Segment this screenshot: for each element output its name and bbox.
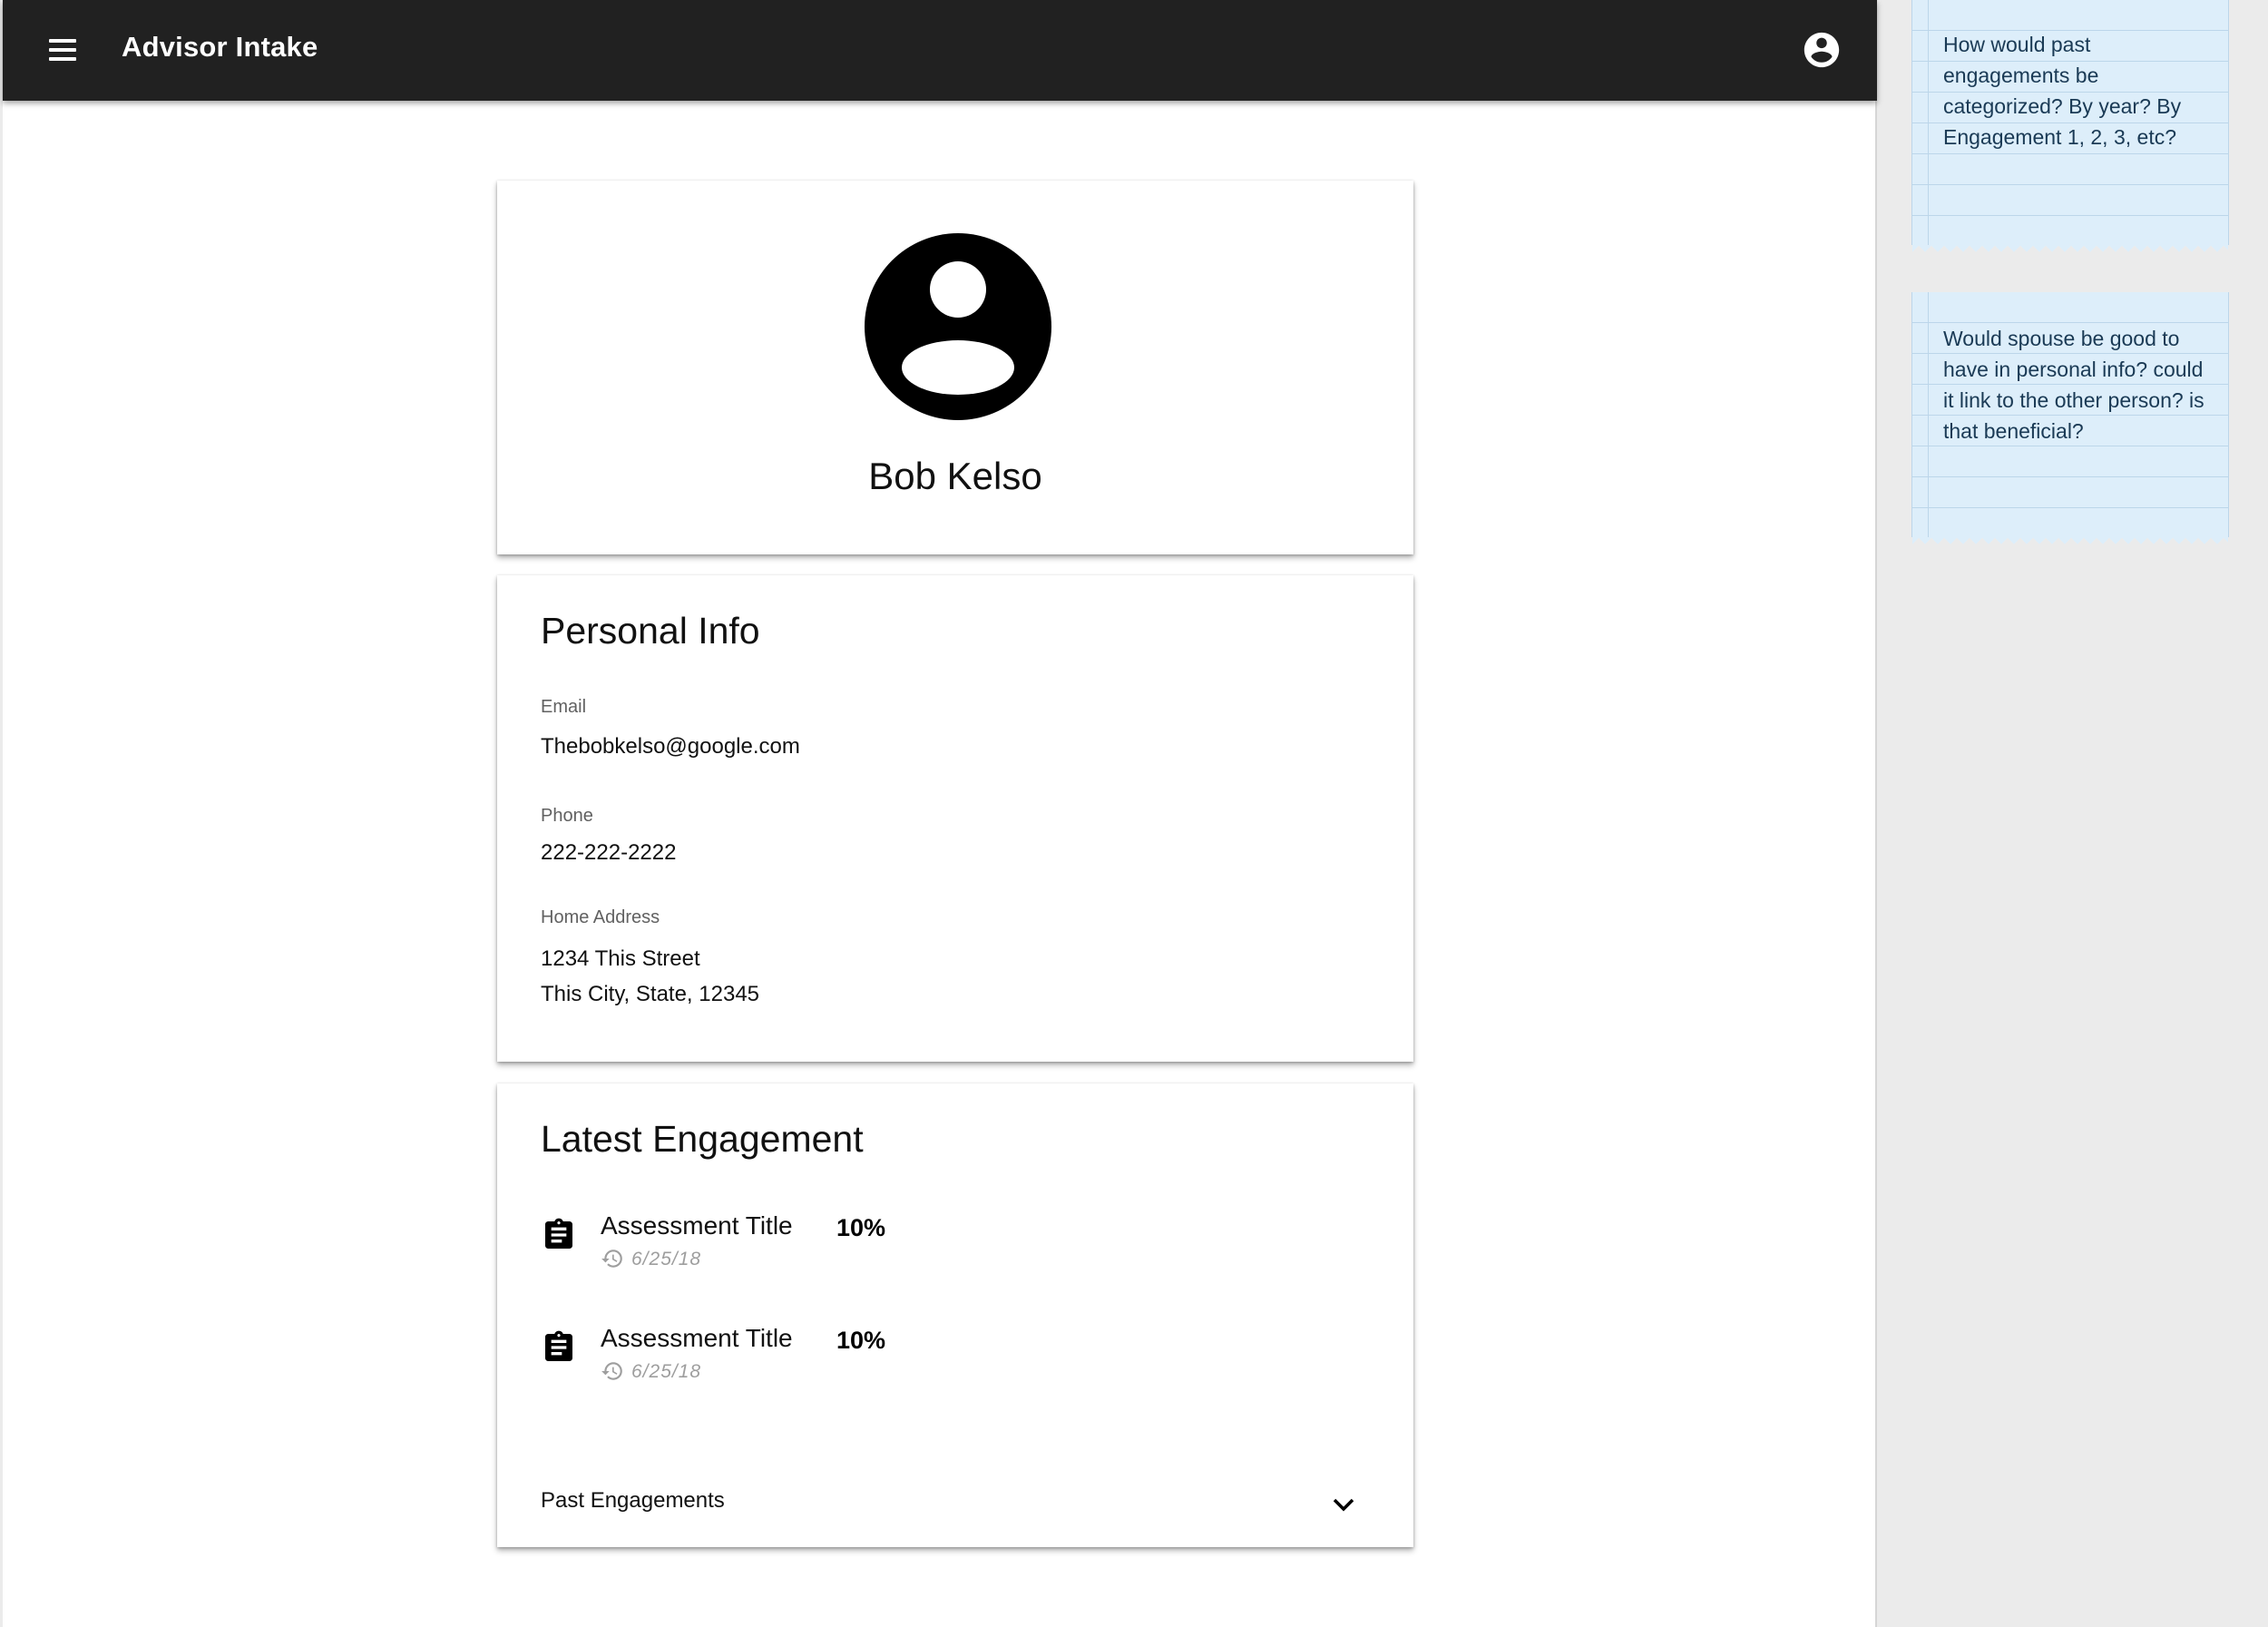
sticky-note-text: How would past engagements be categorize…: [1943, 33, 2182, 149]
chevron-down-icon[interactable]: [1331, 1495, 1356, 1514]
engagement-title: Assessment Title: [601, 1211, 793, 1240]
personal-info-card: Personal Info Email Thebobkelso@google.c…: [497, 575, 1413, 1062]
past-engagements-expander[interactable]: Past Engagements: [497, 1455, 1413, 1546]
latest-engagement-card: Latest Engagement Assessment Title 10% 6…: [497, 1083, 1413, 1547]
latest-engagement-title: Latest Engagement: [541, 1118, 864, 1160]
engagement-item[interactable]: Assessment Title 10% 6/25/18: [541, 1211, 1085, 1284]
profile-name: Bob Kelso: [868, 455, 1042, 497]
engagement-date: 6/25/18: [631, 1249, 702, 1269]
profile-card: Bob Kelso: [497, 181, 1413, 554]
sticky-note: Would spouse be good to have in personal…: [1911, 292, 2229, 546]
engagement-item[interactable]: Assessment Title 10% 6/25/18: [541, 1324, 1085, 1397]
engagement-date: 6/25/18: [631, 1361, 702, 1382]
past-engagements-label: Past Engagements: [541, 1488, 725, 1513]
address-label: Home Address: [541, 907, 660, 927]
address-line-1: 1234 This Street: [541, 946, 700, 971]
engagement-percent: 10%: [836, 1214, 886, 1241]
history-icon: [601, 1250, 622, 1268]
assignment-icon: [545, 1330, 572, 1361]
account-circle-icon[interactable]: [1801, 29, 1843, 71]
app-title: Advisor Intake: [122, 31, 318, 63]
app-bar: Advisor Intake: [3, 0, 1877, 101]
assignment-icon: [545, 1218, 572, 1249]
history-icon: [601, 1362, 622, 1380]
sticky-note-text: Would spouse be good to have in personal…: [1943, 327, 2204, 443]
email-value: Thebobkelso@google.com: [541, 734, 800, 759]
phone-label: Phone: [541, 806, 593, 826]
phone-value: 222-222-2222: [541, 840, 677, 865]
address-line-2: This City, State, 12345: [541, 982, 760, 1006]
avatar: [865, 233, 1051, 420]
personal-info-title: Personal Info: [541, 610, 760, 652]
sticky-note: How would past engagements be categorize…: [1911, 0, 2229, 254]
menu-icon[interactable]: [44, 34, 81, 67]
email-label: Email: [541, 697, 587, 717]
engagement-title: Assessment Title: [601, 1324, 793, 1352]
app-window: Advisor Intake Bob Kelso Personal Info E…: [3, 0, 1877, 1627]
engagement-percent: 10%: [836, 1327, 886, 1354]
